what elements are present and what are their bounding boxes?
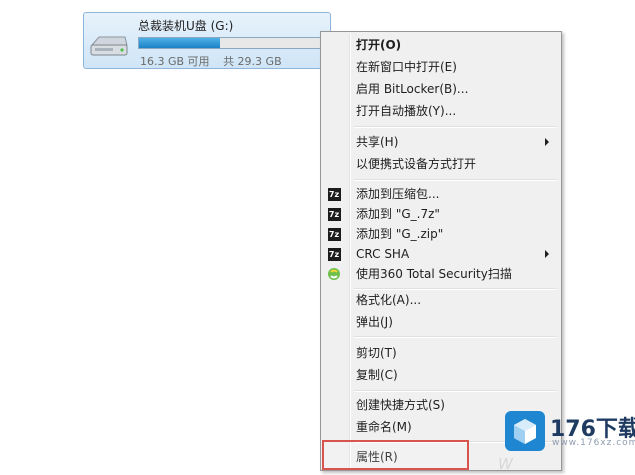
menu-item-open-new-window[interactable]: 在新窗口中打开(E) xyxy=(323,57,559,77)
menu-item-add-to-7z[interactable]: 7z 添加到 "G_.7z" xyxy=(323,204,559,224)
menu-item-crc-sha[interactable]: 7z CRC SHA xyxy=(323,244,559,264)
usb-drive-icon xyxy=(90,36,128,56)
drive-space-info: 16.3 GB 可用 共 29.3 GB xyxy=(140,53,292,69)
menu-item-eject[interactable]: 弹出(J) xyxy=(323,312,559,332)
submenu-arrow-icon xyxy=(545,250,549,258)
drive-total-space: 共 29.3 GB xyxy=(223,55,282,68)
properties-highlight-box xyxy=(322,440,469,470)
menu-separator xyxy=(354,126,557,128)
drive-usage-bar xyxy=(138,37,324,49)
7z-icon: 7z xyxy=(327,187,341,201)
submenu-arrow-icon xyxy=(545,138,549,146)
drive-name: 总裁装机U盘 (G:) xyxy=(138,19,234,33)
menu-item-label: 使用360 Total Security扫描 xyxy=(356,267,512,281)
drive-usage-fill xyxy=(139,38,220,48)
menu-item-label: 重命名(M) xyxy=(356,420,412,434)
menu-item-label: 启用 BitLocker(B)... xyxy=(356,82,469,96)
menu-item-label: 打开自动播放(Y)... xyxy=(356,104,457,118)
menu-item-label: 打开(O) xyxy=(356,38,402,52)
menu-item-format[interactable]: 格式化(A)... xyxy=(323,290,559,310)
watermark-url: www.176xz.com xyxy=(552,438,635,448)
7z-icon: 7z xyxy=(327,207,341,221)
menu-item-share[interactable]: 共享(H) xyxy=(323,132,559,152)
drive-tile[interactable]: 总裁装机U盘 (G:) 16.3 GB 可用 共 29.3 GB xyxy=(83,12,331,69)
menu-item-label: 以便携式设备方式打开 xyxy=(356,157,477,171)
menu-separator xyxy=(354,179,557,181)
menu-item-label: 弹出(J) xyxy=(356,315,393,329)
menu-item-autoplay[interactable]: 打开自动播放(Y)... xyxy=(323,101,559,121)
menu-item-360-scan[interactable]: 使用360 Total Security扫描 xyxy=(323,264,559,284)
menu-item-label: 剪切(T) xyxy=(356,346,397,360)
menu-separator xyxy=(354,390,557,392)
drive-free-space: 16.3 GB 可用 xyxy=(140,55,210,68)
menu-item-label: 添加到 "G_.7z" xyxy=(356,207,440,221)
menu-item-label: 添加到 "G_.zip" xyxy=(356,227,444,241)
menu-separator xyxy=(354,336,557,338)
menu-item-add-to-archive[interactable]: 7z 添加到压缩包... xyxy=(323,184,559,204)
menu-item-label: 创建快捷方式(S) xyxy=(356,398,445,412)
cube-icon xyxy=(514,419,536,444)
logo-box-icon xyxy=(505,411,545,451)
menu-item-label: 共享(H) xyxy=(356,135,399,149)
menu-item-cut[interactable]: 剪切(T) xyxy=(323,343,559,363)
menu-item-label: 在新窗口中打开(E) xyxy=(356,60,457,74)
menu-item-label: CRC SHA xyxy=(356,247,410,261)
menu-item-open[interactable]: 打开(O) xyxy=(323,35,559,55)
faint-watermark: W xyxy=(498,455,513,473)
menu-item-copy[interactable]: 复制(C) xyxy=(323,365,559,385)
watermark-logo: 176下载网 www.176xz.com xyxy=(505,409,635,455)
menu-item-label: 格式化(A)... xyxy=(356,293,422,307)
menu-item-add-to-zip[interactable]: 7z 添加到 "G_.zip" xyxy=(323,224,559,244)
menu-item-bitlocker[interactable]: 启用 BitLocker(B)... xyxy=(323,79,559,99)
7z-icon: 7z xyxy=(327,247,341,261)
menu-item-label: 复制(C) xyxy=(356,368,398,382)
menu-item-open-portable[interactable]: 以便携式设备方式打开 xyxy=(323,154,559,174)
menu-item-label: 添加到压缩包... xyxy=(356,187,440,201)
context-menu: 打开(O) 在新窗口中打开(E) 启用 BitLocker(B)... 打开自动… xyxy=(320,31,562,471)
7z-icon: 7z xyxy=(327,227,341,241)
360-security-icon xyxy=(328,268,340,280)
